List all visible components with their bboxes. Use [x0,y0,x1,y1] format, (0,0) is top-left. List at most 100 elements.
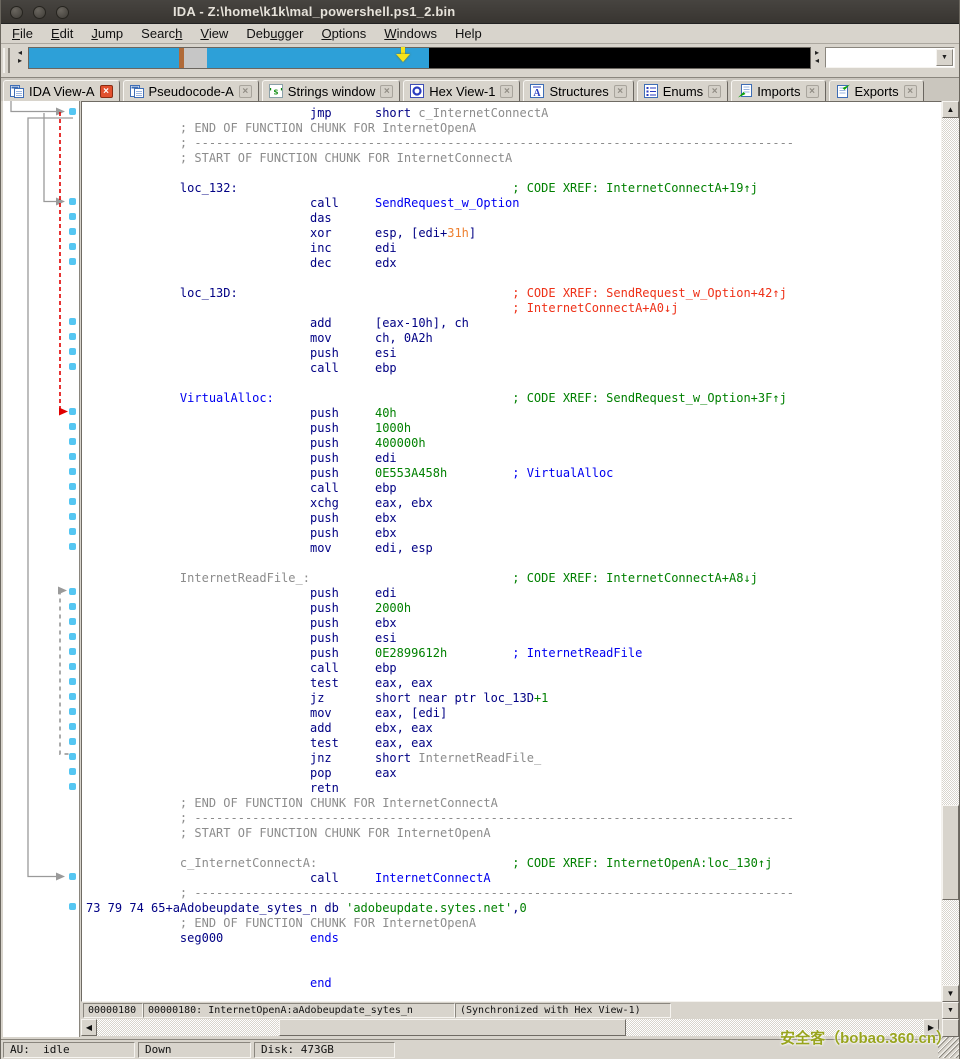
combobox-dropdown-icon[interactable]: ▼ [936,49,953,66]
vertical-scrollbar-thumb[interactable] [942,805,959,900]
navband-scroll-left-icon[interactable]: ◂▸ [15,49,25,65]
listing-line[interactable]: ; InternetConnectA+A0↓j [86,301,941,316]
listing-line[interactable]: das [86,211,941,226]
listing-line[interactable]: ; --------------------------------------… [86,811,941,826]
listing-line[interactable]: dec edx [86,256,941,271]
listing-line[interactable]: xchg eax, ebx [86,496,941,511]
tab-close-icon[interactable]: × [614,85,627,98]
strip-dropdown-icon[interactable]: ▼ [942,1002,959,1019]
tab-hex-view-1[interactable]: Hex View-1× [403,80,520,101]
listing-line[interactable]: loc_132: ; CODE XREF: InternetConnectA+1… [86,181,941,196]
navband-scroll-right-icon[interactable]: ▸◂ [812,49,822,65]
listing-line[interactable]: call ebp [86,661,941,676]
tab-close-icon[interactable]: × [708,85,721,98]
listing-line[interactable]: push esi [86,631,941,646]
listing-line[interactable]: push edi [86,451,941,466]
menu-edit[interactable]: Edit [42,24,82,43]
listing-line[interactable]: jz short near ptr loc_13D+1 [86,691,941,706]
listing-line[interactable]: VirtualAlloc: ; CODE XREF: SendRequest_w… [86,391,941,406]
tab-ida-view-a[interactable]: IDA View-A× [3,80,120,101]
listing-line[interactable]: ; --------------------------------------… [86,136,941,151]
listing-line[interactable]: mov edi, esp [86,541,941,556]
listing-line[interactable]: InternetReadFile_: ; CODE XREF: Internet… [86,571,941,586]
menu-help[interactable]: Help [446,24,491,43]
listing-line[interactable]: 73 79 74 65+aAdobeupdate_sytes_n db 'ado… [86,901,941,916]
tab-exports[interactable]: Exports× [829,80,924,101]
listing-line[interactable]: test eax, eax [86,676,941,691]
listing-line[interactable]: call ebp [86,361,941,376]
listing-line[interactable]: push ebx [86,526,941,541]
listing-line[interactable]: seg000 ends [86,931,941,946]
menu-file[interactable]: File [3,24,42,43]
listing-line[interactable]: jnz short InternetReadFile_ [86,751,941,766]
listing-line[interactable]: push 1000h [86,421,941,436]
listing-line[interactable]: inc edi [86,241,941,256]
tab-structures[interactable]: AStructures× [523,80,633,101]
tab-imports[interactable]: Imports× [731,80,825,101]
listing-line[interactable]: jmp short c_InternetConnectA [86,106,941,121]
listing-line[interactable] [86,841,941,856]
listing-line[interactable] [86,556,941,571]
window-close-button[interactable] [10,6,23,19]
listing-line[interactable]: push ebx [86,616,941,631]
listing-line[interactable]: end [86,976,941,991]
tab-close-icon[interactable]: × [100,85,113,98]
navigation-band[interactable] [28,47,811,69]
tab-close-icon[interactable]: × [380,85,393,98]
window-maximize-button[interactable] [56,6,69,19]
scroll-left-icon[interactable]: ◀ [81,1019,97,1036]
listing-line[interactable]: pop eax [86,766,941,781]
listing-line[interactable] [86,946,941,961]
menu-options[interactable]: Options [312,24,375,43]
listing-line[interactable] [86,166,941,181]
listing-line[interactable] [86,271,941,286]
tab-close-icon[interactable]: × [239,85,252,98]
listing-line[interactable]: call SendRequest_w_Option [86,196,941,211]
menu-search[interactable]: Search [132,24,191,43]
band-unexplored[interactable] [184,48,207,68]
window-minimize-button[interactable] [33,6,46,19]
tab-close-icon[interactable]: × [904,85,917,98]
listing-line[interactable]: mov eax, [edi] [86,706,941,721]
tab-enums[interactable]: Enums× [637,80,728,101]
disassembly-listing[interactable]: jmp short c_InternetConnectA ; END OF FU… [81,101,942,1002]
tab-close-icon[interactable]: × [806,85,819,98]
listing-line[interactable] [86,376,941,391]
listing-line[interactable]: ; END OF FUNCTION CHUNK FOR InternetConn… [86,796,941,811]
listing-line[interactable]: call InternetConnectA [86,871,941,886]
scroll-up-icon[interactable]: ▲ [942,101,959,118]
menu-windows[interactable]: Windows [375,24,446,43]
tab-close-icon[interactable]: × [500,85,513,98]
listing-line[interactable]: c_InternetConnectA: ; CODE XREF: Interne… [86,856,941,871]
listing-line[interactable]: ; --------------------------------------… [86,886,941,901]
listing-line[interactable]: push ebx [86,511,941,526]
listing-line[interactable]: push esi [86,346,941,361]
listing-line[interactable]: push 0E553A458h ; VirtualAlloc [86,466,941,481]
menu-view[interactable]: View [191,24,237,43]
vertical-scrollbar[interactable]: ▲ ▼ [942,101,959,1002]
listing-line[interactable]: call ebp [86,481,941,496]
listing-line[interactable]: add [eax-10h], ch [86,316,941,331]
listing-line[interactable]: ; END OF FUNCTION CHUNK FOR InternetOpen… [86,121,941,136]
listing-line[interactable]: push edi [86,586,941,601]
name-combobox[interactable]: ▼ [825,47,955,68]
listing-line[interactable] [86,961,941,976]
listing-line[interactable]: xor esp, [edi+31h] [86,226,941,241]
listing-line[interactable]: mov ch, 0A2h [86,331,941,346]
listing-line[interactable]: ; END OF FUNCTION CHUNK FOR InternetOpen… [86,916,941,931]
listing-line[interactable]: loc_13D: ; CODE XREF: SendRequest_w_Opti… [86,286,941,301]
listing-line[interactable]: test eax, eax [86,736,941,751]
scroll-down-icon[interactable]: ▼ [942,985,959,1002]
listing-line[interactable]: retn [86,781,941,796]
horizontal-scrollbar-thumb[interactable] [279,1019,626,1036]
listing-line[interactable]: ; START OF FUNCTION CHUNK FOR InternetOp… [86,826,941,841]
band-lib-code[interactable] [29,48,179,68]
listing-line[interactable]: push 0E2899612h ; InternetReadFile [86,646,941,661]
listing-line[interactable]: add ebx, eax [86,721,941,736]
tab-pseudocode-a[interactable]: Pseudocode-A× [123,80,259,101]
menu-debugger[interactable]: Debugger [237,24,312,43]
tab-strings-window[interactable]: 's'Strings window× [262,80,400,101]
listing-line[interactable]: push 2000h [86,601,941,616]
listing-line[interactable]: ; START OF FUNCTION CHUNK FOR InternetCo… [86,151,941,166]
band-external[interactable] [429,48,810,68]
